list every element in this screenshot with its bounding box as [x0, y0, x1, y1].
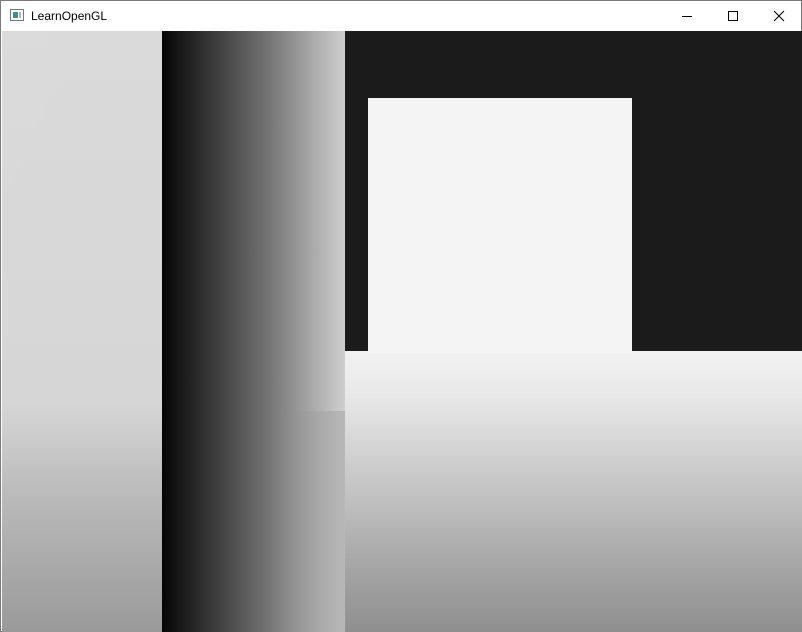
maximize-button[interactable] — [710, 1, 756, 31]
window-title: LearnOpenGL — [31, 9, 108, 23]
opengl-viewport[interactable] — [2, 31, 802, 632]
floor-surface — [345, 351, 802, 632]
cube-edge — [630, 157, 632, 353]
cube-surface — [368, 98, 632, 353]
close-icon — [773, 10, 785, 22]
title-bar[interactable]: LearnOpenGL — [1, 1, 801, 31]
app-window: LearnOpenGL — [0, 0, 802, 632]
minimize-icon — [682, 16, 692, 17]
minimize-button[interactable] — [664, 1, 710, 31]
maximize-icon — [728, 11, 738, 21]
opengl-window-icon — [10, 9, 24, 21]
pillar-bottom-shading — [162, 411, 345, 632]
close-button[interactable] — [756, 1, 802, 31]
left-wall-shading — [2, 31, 162, 632]
